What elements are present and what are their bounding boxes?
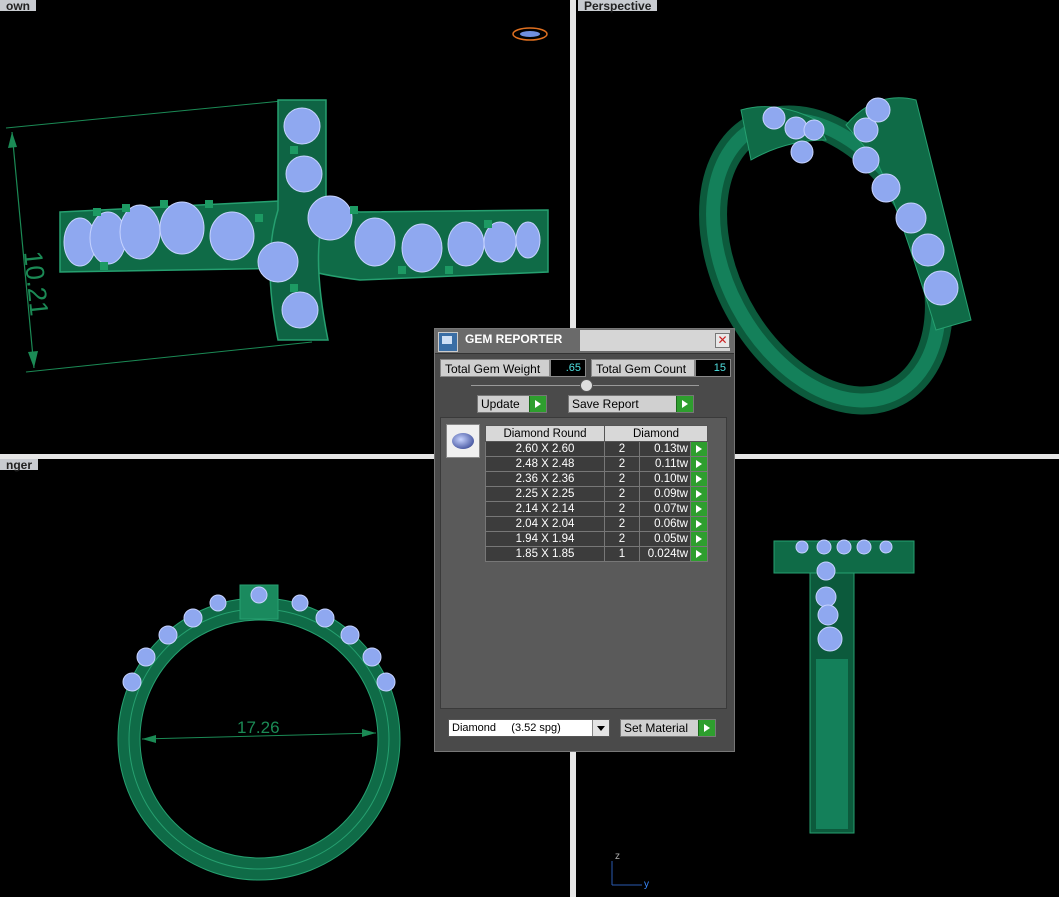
table-row[interactable]: 2.48 X 2.48 2 0.11tw — [485, 456, 708, 472]
gem-size: 1.94 X 1.94 — [485, 531, 605, 547]
gem-count: 2 — [604, 471, 640, 487]
gem-weight: 0.13tw — [639, 441, 691, 457]
gem-count: 2 — [604, 501, 640, 517]
update-button[interactable]: Update — [477, 395, 547, 413]
gem-size: 2.36 X 2.36 — [485, 471, 605, 487]
play-icon — [676, 396, 693, 412]
axis-z-label: z — [615, 851, 620, 862]
row-go-icon[interactable] — [690, 501, 708, 517]
collapse-toggle-icon[interactable] — [580, 379, 593, 392]
set-material-button-label: Set Material — [624, 721, 689, 735]
row-go-icon[interactable] — [690, 531, 708, 547]
gem-count: 2 — [604, 456, 640, 472]
row-go-icon[interactable] — [690, 546, 708, 562]
save-report-button[interactable]: Save Report — [568, 395, 694, 413]
table-row[interactable]: 2.36 X 2.36 2 0.10tw — [485, 471, 708, 487]
gem-weight: 0.06tw — [639, 516, 691, 532]
gem-table: Diamond Round Diamond 2.60 X 2.60 2 0.13tw… — [485, 425, 708, 562]
gem-weight: 0.09tw — [639, 486, 691, 502]
material-select[interactable]: Diamond (3.52 spg) — [448, 719, 610, 737]
gem-size: 1.85 X 1.85 — [485, 546, 605, 562]
gem-reporter-title: GEM REPORTER — [465, 332, 563, 346]
table-row[interactable]: 2.04 X 2.04 2 0.06tw — [485, 516, 708, 532]
gem-size: 2.48 X 2.48 — [485, 456, 605, 472]
column-header-material: Diamond — [604, 425, 708, 442]
gem-count: 2 — [604, 441, 640, 457]
row-go-icon[interactable] — [690, 456, 708, 472]
gem-size: 2.25 X 2.25 — [485, 486, 605, 502]
gem-count: 1 — [604, 546, 640, 562]
material-select-value: Diamond (3.52 spg) — [452, 722, 561, 734]
dimension-ring-text: 17.26 — [237, 718, 280, 737]
totals-row: Total Gem Weight .65 Total Gem Count 15 — [440, 359, 731, 377]
gem-reporter-panel: GEM REPORTER ✕ Total Gem Weight .65 Tota… — [434, 328, 735, 752]
gem-count: 2 — [604, 486, 640, 502]
table-row[interactable]: 1.94 X 1.94 2 0.05tw — [485, 531, 708, 547]
row-go-icon[interactable] — [690, 471, 708, 487]
total-count-label: Total Gem Count — [591, 359, 695, 377]
gem-weight: 0.024tw — [639, 546, 691, 562]
gem-count: 2 — [604, 531, 640, 547]
table-row[interactable]: 1.85 X 1.85 1 0.024tw — [485, 546, 708, 562]
table-row[interactable]: 2.25 X 2.25 2 0.09tw — [485, 486, 708, 502]
titlebar-highlight — [580, 330, 730, 351]
chevron-down-icon[interactable] — [592, 720, 609, 736]
gem-size: 2.60 X 2.60 — [485, 441, 605, 457]
play-icon — [698, 720, 715, 736]
gem-weight: 0.11tw — [639, 456, 691, 472]
update-button-label: Update — [481, 397, 520, 411]
column-header-shape: Diamond Round — [485, 425, 605, 442]
row-go-icon[interactable] — [690, 441, 708, 457]
app-logo-icon — [438, 332, 458, 352]
gem-size: 2.14 X 2.14 — [485, 501, 605, 517]
gem-weight: 0.07tw — [639, 501, 691, 517]
gem-weight: 0.10tw — [639, 471, 691, 487]
diamond-round-icon[interactable] — [446, 424, 480, 458]
set-material-button[interactable]: Set Material — [620, 719, 716, 737]
row-go-icon[interactable] — [690, 516, 708, 532]
gem-weight: 0.05tw — [639, 531, 691, 547]
close-icon[interactable]: ✕ — [715, 333, 730, 348]
gem-list: Diamond Round Diamond 2.60 X 2.60 2 0.13tw… — [440, 417, 727, 709]
total-weight-value: .65 — [550, 359, 586, 377]
gem-size: 2.04 X 2.04 — [485, 516, 605, 532]
gem-count: 2 — [604, 516, 640, 532]
table-row[interactable]: 2.14 X 2.14 2 0.07tw — [485, 501, 708, 517]
play-icon — [529, 396, 546, 412]
table-row[interactable]: 2.60 X 2.60 2 0.13tw — [485, 441, 708, 457]
row-go-icon[interactable] — [690, 486, 708, 502]
save-report-button-label: Save Report — [572, 397, 639, 411]
axis-y-label: y — [644, 879, 649, 890]
total-weight-label: Total Gem Weight — [440, 359, 550, 377]
total-count-value: 15 — [695, 359, 731, 377]
dimension-width-text: 10.21 — [18, 249, 55, 317]
gem-reporter-titlebar[interactable]: GEM REPORTER ✕ — [435, 329, 734, 354]
